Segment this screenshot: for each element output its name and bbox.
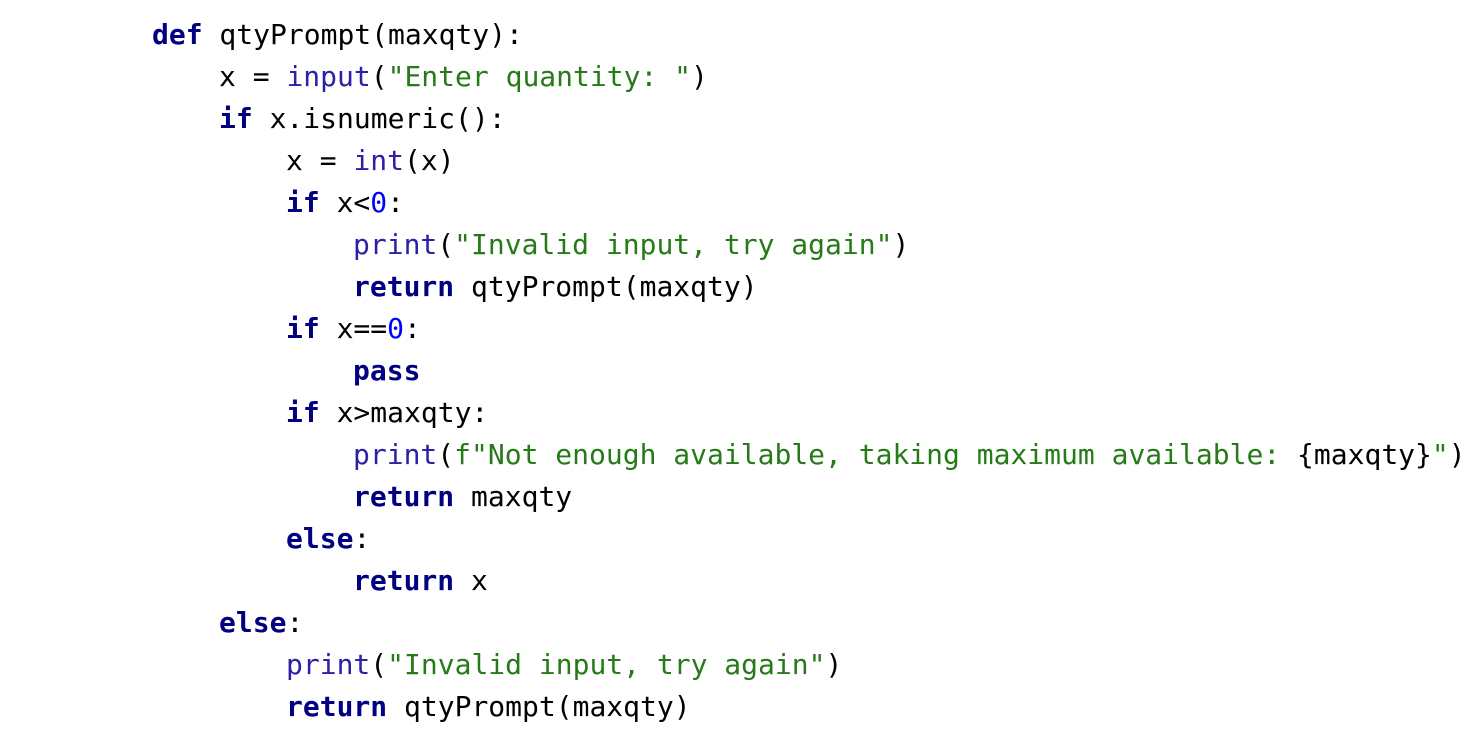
code-line: x = int(x): [152, 140, 1466, 182]
code-token: (: [370, 60, 388, 93]
keyword-token: def: [152, 18, 203, 51]
keyword-token: return: [353, 564, 455, 597]
code-token: ): [1448, 438, 1466, 471]
builtin-token: int: [353, 144, 405, 177]
string-token: ": [1431, 438, 1449, 471]
builtin-token: input: [286, 60, 371, 93]
keyword-token: return: [286, 690, 388, 723]
string-token: "Invalid input, try again": [454, 228, 893, 261]
code-line: if x.isnumeric():: [152, 98, 1466, 140]
code-line: x = input("Enter quantity: "): [152, 56, 1466, 98]
string-token: "Invalid input, try again": [387, 648, 826, 681]
code-line: return qtyPrompt(maxqty): [152, 686, 1466, 728]
keyword-token: if: [286, 396, 320, 429]
code-token: ): [691, 60, 708, 93]
code-line: print("Invalid input, try again"): [152, 224, 1466, 266]
code-token: x>maxqty:: [319, 396, 489, 429]
keyword-token: pass: [353, 354, 421, 387]
code-line: print("Invalid input, try again"): [152, 644, 1466, 686]
code-token: :: [353, 522, 371, 555]
code-line: return maxqty: [152, 476, 1466, 518]
number-token: 0: [387, 312, 405, 345]
code-line: if x==0:: [152, 308, 1466, 350]
keyword-token: return: [353, 270, 455, 303]
code-token: qtyPrompt(maxqty):: [202, 18, 523, 51]
string-token: f"Not enough available, taking maximum a…: [454, 438, 1298, 471]
keyword-token: if: [286, 312, 320, 345]
code-token: (: [370, 648, 388, 681]
code-editor[interactable]: def qtyPrompt(maxqty): x = input("Enter q…: [0, 0, 1478, 740]
builtin-token: print: [286, 648, 371, 681]
code-token: ): [892, 228, 910, 261]
code-line: print(f"Not enough available, taking max…: [152, 434, 1466, 476]
code-block[interactable]: def qtyPrompt(maxqty): x = input("Enter q…: [152, 14, 1466, 728]
code-token: qtyPrompt(maxqty): [387, 690, 691, 723]
code-token: :: [387, 186, 405, 219]
code-line: if x<0:: [152, 182, 1466, 224]
code-token: :: [286, 606, 304, 639]
code-line: pass: [152, 350, 1466, 392]
code-token: :: [404, 312, 421, 345]
number-token: 0: [370, 186, 388, 219]
code-token: {maxqty}: [1297, 438, 1432, 471]
code-line: return qtyPrompt(maxqty): [152, 266, 1466, 308]
code-line: return x: [152, 560, 1466, 602]
string-token: "Enter quantity: ": [387, 60, 692, 93]
keyword-token: else: [219, 606, 287, 639]
code-token: x: [454, 564, 488, 597]
code-token: (x): [404, 144, 455, 177]
code-token: maxqty: [454, 480, 573, 513]
code-line: if x>maxqty:: [152, 392, 1466, 434]
code-token: x =: [219, 60, 287, 93]
code-token: (: [437, 438, 455, 471]
builtin-token: print: [353, 228, 438, 261]
code-line: else:: [152, 518, 1466, 560]
code-token: (: [437, 228, 455, 261]
keyword-token: if: [219, 102, 253, 135]
code-token: x.isnumeric():: [252, 102, 506, 135]
code-line: else:: [152, 602, 1466, 644]
builtin-token: print: [353, 438, 438, 471]
code-token: x==: [319, 312, 388, 345]
keyword-token: if: [286, 186, 320, 219]
code-token: x<: [319, 186, 371, 219]
keyword-token: return: [353, 480, 455, 513]
code-token: x =: [286, 144, 354, 177]
code-line: def qtyPrompt(maxqty):: [152, 14, 1466, 56]
code-token: qtyPrompt(maxqty): [454, 270, 758, 303]
keyword-token: else: [286, 522, 354, 555]
code-token: ): [825, 648, 843, 681]
